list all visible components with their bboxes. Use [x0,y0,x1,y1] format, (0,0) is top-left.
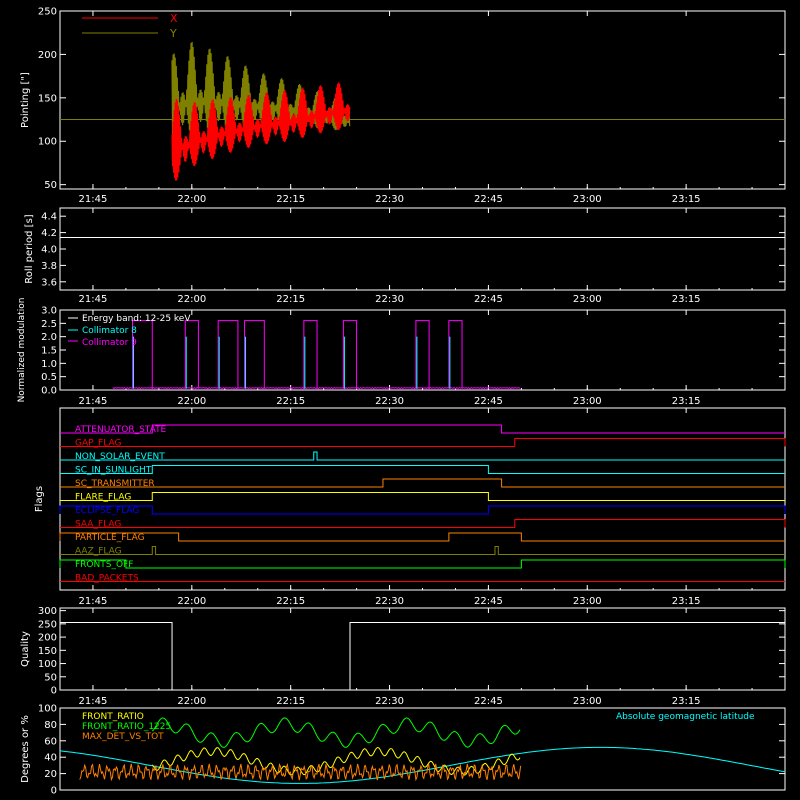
y-tick-label: 80 [44,720,57,731]
x-tick-label: 22:45 [474,396,503,407]
x-tick-label: 23:15 [672,294,701,305]
y-tick-label: 0 [51,686,57,697]
y-tick-label: 100 [38,659,57,670]
y-tick-label: 150 [38,93,57,104]
x-tick-label: 23:00 [573,596,602,607]
legend-x-label: X [170,12,178,25]
legend-front-ratio-1225: FRONT_RATIO_1225 [82,722,171,732]
x-tick-label: 22:15 [276,696,305,707]
flag-label: ECLIPSE_FLAG [75,506,139,516]
legend-col9-label: Collimator 9 [82,338,137,348]
x-tick-label: 23:00 [573,396,602,407]
legend-front-ratio: FRONT_RATIO [82,712,144,722]
legend-y-label: Y [169,27,177,40]
x-tick-label: 22:15 [276,294,305,305]
y-tick-label: 40 [44,753,57,764]
x-tick-label: 22:00 [177,396,206,407]
x-tick-label: 22:15 [276,194,305,205]
y-tick-label: 4.0 [41,245,57,256]
modulation-ylabel-text: Normalized modulation [17,298,27,403]
y-tick-label: 100 [38,704,57,715]
y-tick-label: 4.4 [41,212,57,223]
x-tick-label: 21:45 [79,696,108,707]
x-tick-label: 22:00 [177,596,206,607]
y-tick-label: 0.5 [41,372,57,383]
x-tick-label: 21:45 [79,396,108,407]
x-tick-label: 23:00 [573,696,602,707]
x-tick-label: 22:15 [276,596,305,607]
y-tick-label: 0.0 [41,386,57,397]
x-tick-label: 22:00 [177,294,206,305]
y-tick-label: 60 [44,736,57,747]
x-tick-label: 22:15 [276,396,305,407]
y-tick-label: 50 [44,180,57,191]
x-tick-label: 23:00 [573,194,602,205]
flag-label: AAZ_FLAG [75,547,122,557]
modulation-legend-title: Energy band: 12-25 keV [82,314,191,324]
flag-label: NON_SOLAR_EVENT [75,452,165,462]
x-tick-label: 23:15 [672,194,701,205]
y-tick-label: 2.0 [41,332,57,343]
x-tick-label: 21:45 [79,596,108,607]
y-tick-label: 1.0 [41,359,57,370]
x-tick-label: 22:30 [375,294,404,305]
x-tick-label: 22:45 [474,194,503,205]
flags-ylabel: Flags [34,486,45,512]
pointing-ylabel: Pointing ["] [20,72,31,128]
y-tick-label: 300 [38,606,57,617]
quality-ylabel: Quality [20,631,31,667]
y-tick-label: 200 [38,633,57,644]
x-tick-label: 22:45 [474,596,503,607]
x-tick-label: 21:45 [79,294,108,305]
y-tick-label: 250 [38,7,57,18]
y-tick-label: 3.6 [41,277,57,288]
x-tick-label: 23:00 [573,294,602,305]
legend-geomag-lat: Absolute geomagnetic latitude [616,712,755,722]
figure: 50100150200250 21:45 22:00 22:15 22:30 22:45… [0,0,800,800]
flag-label: SAA_FLAG [75,520,121,530]
flag-label: SC_IN_SUNLIGHT [75,466,152,476]
y-tick-label: 20 [44,769,57,780]
y-tick-label: 200 [38,50,57,61]
x-tick-label: 23:15 [672,696,701,707]
flag-label: BAD_PACKETS [75,574,139,584]
x-tick-label: 22:00 [177,194,206,205]
x-tick-label: 22:45 [474,294,503,305]
y-tick-label: 250 [38,619,57,630]
legend-max-det: MAX_DET_VS_TOT [82,732,164,742]
x-tick-label: 23:15 [672,396,701,407]
flag-label: FRONTS_OFF [75,560,133,570]
x-tick-label: 22:30 [375,194,404,205]
y-tick-label: 3.0 [41,306,57,317]
y-tick-label: 4.2 [41,228,57,239]
y-tick-label: 3.8 [41,261,57,272]
y-tick-label: 150 [38,646,57,657]
legend-col8-label: Collimator 8 [82,326,137,336]
y-tick-label: 50 [44,672,57,683]
x-tick-label: 22:30 [375,696,404,707]
x-tick-label: 22:45 [474,696,503,707]
x-tick-label: 23:15 [672,596,701,607]
x-tick-label: 21:45 [79,194,108,205]
flag-label: FLARE_FLAG [75,493,131,503]
x-tick-label: 22:30 [375,596,404,607]
roll-ylabel: Roll period [s] [24,214,35,283]
x-tick-label: 22:00 [177,696,206,707]
flag-label: PARTICLE_FLAG [75,533,145,543]
y-tick-label: 2.5 [41,319,57,330]
flag-label: SC_TRANSMITTER [75,479,155,489]
y-tick-label: 1.5 [41,346,57,357]
x-tick-label: 22:30 [375,396,404,407]
flag-label: GAP_FLAG [75,439,121,449]
flag-label: ATTENUATOR_STATE [75,425,167,435]
ratio-ylabel: Degrees or % [20,715,31,783]
y-tick-label: 100 [38,137,57,148]
modulation-ylabel: Normalized modulation [17,298,27,403]
y-tick-label: 0 [51,786,57,797]
